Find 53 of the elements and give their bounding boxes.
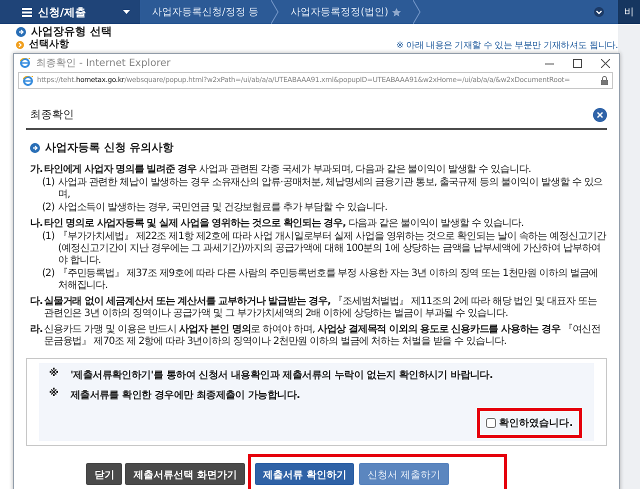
note-text: ※ 아래 내용은 기재할 수 있는 부분만 기재하셔도 됩니다. (396, 40, 618, 52)
item-marker: (2) (42, 268, 56, 281)
caret-icon (123, 10, 130, 14)
item-text: 사업소득이 발생하는 경우, 국민연금 및 건강보험료를 추가 부담할 수 있습니다. (58, 202, 388, 214)
item-marker: 다. (30, 296, 44, 309)
item-text: 타인에게 사업자 명의를 빌려준 경우 사업과 관련된 각종 국세가 부과되며, 다음과 같은 불이익이 발생할 수 있습니다. (44, 164, 532, 176)
item-marker: 라. (30, 324, 44, 337)
chevron-separator-icon (413, 0, 422, 24)
action-button[interactable]: 제출서류 확인하기 (254, 463, 354, 485)
item-text: 타인 명의로 사업자등록 및 실제 사업을 영위하는 것으로 확인되는 경우, 다음과 같은 불이익이 발생할 수 있습니다. (44, 218, 525, 230)
item-marker: (2) (42, 202, 56, 214)
chevron-separator-icon (270, 0, 279, 24)
breadcrumb-item[interactable]: 사업자등록신청/정정 등 (140, 0, 279, 24)
menu-icon (22, 8, 32, 16)
breadcrumb-label: 사업자등록신청/정정 등 (152, 6, 259, 19)
item-text: 실물거래 없이 세금계산서 또는 계산서를 교부하거나 발급받는 경우, 『조세범처벌법』 제11조의 2에 따라 해당 법인 및 대표자 또는 관련인은 3년 이하의 징역이나 공급가액 및 그 부가가치세액의 2배 이하에 상당하는 벌금이 부과될 수 있습니다. (44, 296, 598, 320)
browser-logo-icon (20, 58, 30, 68)
subheading: 선택사항 (29, 39, 69, 51)
browser-logo-icon (23, 76, 33, 86)
lock-icon (601, 76, 608, 85)
dialog-title: 최종확인 (30, 107, 74, 122)
item-text: 『부가가치세법』 제22조 제1항 제2호에 따라 사업 개시일로부터 실제 사업을 영위하는 것으로 확인되는 날이 속하는 예정신고기간(예정신고기간이 지난 경우에는 그 과세기간)까지의 공급가액에 대해 100분의 1에 상당하는 금액을 납부세액에 가산하여 납부하여야 합니다. (58, 231, 607, 267)
menu-label: 신청/제출 (38, 4, 86, 20)
checkbox[interactable] (486, 418, 496, 428)
menu-dropdown[interactable]: 신청/제출 (0, 0, 140, 24)
maximize-icon (572, 58, 582, 68)
arrow-circle-icon (30, 142, 40, 152)
window-title: 최종확인 - Internet Explorer (36, 57, 170, 70)
item-marker: 가. (30, 164, 44, 176)
action-button[interactable]: 닫기 (86, 463, 122, 485)
chevron-down-icon (594, 7, 604, 17)
item-marker: (1) (42, 231, 56, 244)
close-button[interactable] (593, 108, 607, 122)
side-tab[interactable]: 비 (618, 0, 640, 24)
breadcrumb-label: 사업자등록정정(법인) (290, 6, 388, 19)
reference-mark: ※ (49, 368, 58, 381)
notice-text: '제출서류확인하기'를 통하여 신청서 내용확인과 제출서류의 누락이 없는지 확인하시기 바랍니다. (70, 369, 493, 382)
close-icon (593, 108, 607, 122)
item-text: 신용카드 가맹 및 이용은 반드시 사업자 본인 명의로 하여야 하며, 사업상 결제목적 이외의 용도로 신용카드를 사용하는 경우 『여신전문금융법』 제70조 제 2항에 따라 3년이하의 징역이나 2천만원 이하의 벌금에 처하는 처벌을 받을 수 있습니다. (44, 324, 602, 348)
item-text: 사업과 관련한 체납이 발생하는 경우 소유재산의 압류·공매처분, 체납명세의 금융기관 통보, 출국규제 등의 불이익이 발생할 수 있으며, (58, 177, 604, 201)
arrow-circle-icon (16, 27, 26, 37)
item-marker: 나. (30, 218, 44, 230)
arrow-circle-icon (16, 41, 24, 49)
reference-mark: ※ (49, 388, 58, 401)
notice-text: 제출서류를 확인한 경우에만 최종제출이 가능합니다. (70, 389, 300, 402)
close-icon (600, 58, 610, 68)
action-button[interactable]: 제출서류선택 화면가기 (125, 463, 245, 485)
breadcrumb-item[interactable]: 사업자등록정정(법인) (278, 0, 422, 24)
item-text: 『주민등록법』 제37조 제9호에 따라 다른 사람의 주민등록번호를 부정 사용한 자는 3년 이하의 징역 또는 1천만원 이하의 벌금에 처해집니다. (58, 268, 600, 292)
item-marker: (1) (42, 177, 56, 190)
checkbox-label[interactable]: 확인하였습니다. (499, 416, 573, 430)
section-heading: 사업자등록 신청 유의사항 (45, 140, 174, 155)
section-heading: 사업장유형 선택 (31, 26, 112, 38)
